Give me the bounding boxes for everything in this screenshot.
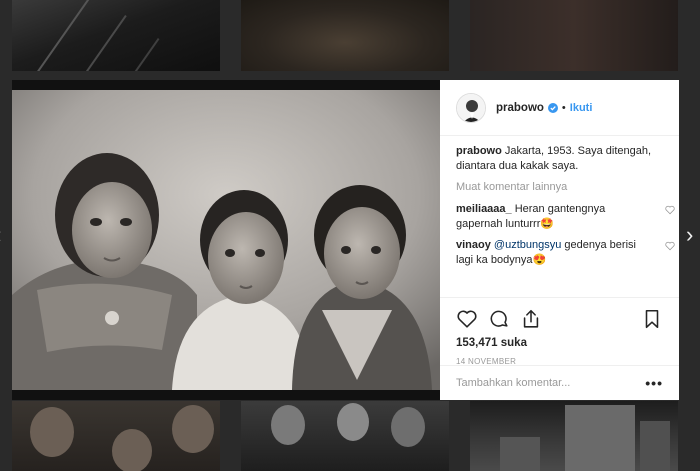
share-icon[interactable] xyxy=(520,308,542,330)
comments-section: prabowo Jakarta, 1953. Saya ditengah, di… xyxy=(456,144,675,274)
post-sidebar: prabowo • Ikuti prabowo Jakarta, 1953. S… xyxy=(440,80,679,400)
comment-username[interactable]: meiliaaaa_ xyxy=(456,203,512,215)
post-photo-pane xyxy=(12,80,440,400)
next-post-arrow-icon[interactable]: › xyxy=(686,224,693,246)
avatar[interactable] xyxy=(456,92,486,123)
avatar-image xyxy=(457,93,485,122)
feed-thumbnail[interactable] xyxy=(12,401,220,471)
comment-item: vinaoy @uztbungsyu gedenya berisi lagi k… xyxy=(456,238,675,268)
comment-item: meiliaaaa_ Heran gantengnya gapernah lun… xyxy=(456,202,675,232)
post-header: prabowo • Ikuti xyxy=(440,80,679,136)
heart-icon[interactable] xyxy=(456,308,478,330)
separator-dot: • xyxy=(561,101,566,114)
post-username[interactable]: prabowo xyxy=(496,102,544,114)
comment-like-heart-icon[interactable] xyxy=(665,241,675,251)
comment-icon[interactable] xyxy=(488,308,510,330)
add-comment-bar: ••• xyxy=(440,365,679,400)
post-actions: 153,471 suka 14 November xyxy=(440,297,679,366)
comment-mention[interactable]: @uztbungsyu xyxy=(491,239,561,251)
caption: prabowo Jakarta, 1953. Saya ditengah, di… xyxy=(456,144,668,174)
more-options-icon[interactable]: ••• xyxy=(645,375,663,391)
like-count[interactable]: 153,471 suka xyxy=(456,337,663,349)
comment-like-heart-icon[interactable] xyxy=(665,205,675,215)
verified-badge-icon xyxy=(547,102,558,113)
feed-thumbnail[interactable] xyxy=(241,0,449,71)
comment-username[interactable]: vinaoy xyxy=(456,239,491,251)
bookmark-icon[interactable] xyxy=(641,308,663,330)
post-modal: prabowo • Ikuti prabowo Jakarta, 1953. S… xyxy=(12,80,679,400)
follow-button[interactable]: Ikuti xyxy=(570,102,593,114)
load-more-comments-link[interactable]: Muat komentar lainnya xyxy=(456,180,668,195)
feed-thumbnail[interactable] xyxy=(12,0,220,71)
post-photo[interactable] xyxy=(12,90,440,390)
previous-post-arrow-icon[interactable]: ‹ xyxy=(0,224,1,246)
feed-thumbnail[interactable] xyxy=(241,401,449,471)
action-icons xyxy=(456,304,663,334)
feed-thumbnail[interactable] xyxy=(470,401,678,471)
caption-username[interactable]: prabowo xyxy=(456,145,502,157)
comment-input[interactable] xyxy=(456,377,646,389)
feed-thumbnail[interactable] xyxy=(470,0,678,71)
